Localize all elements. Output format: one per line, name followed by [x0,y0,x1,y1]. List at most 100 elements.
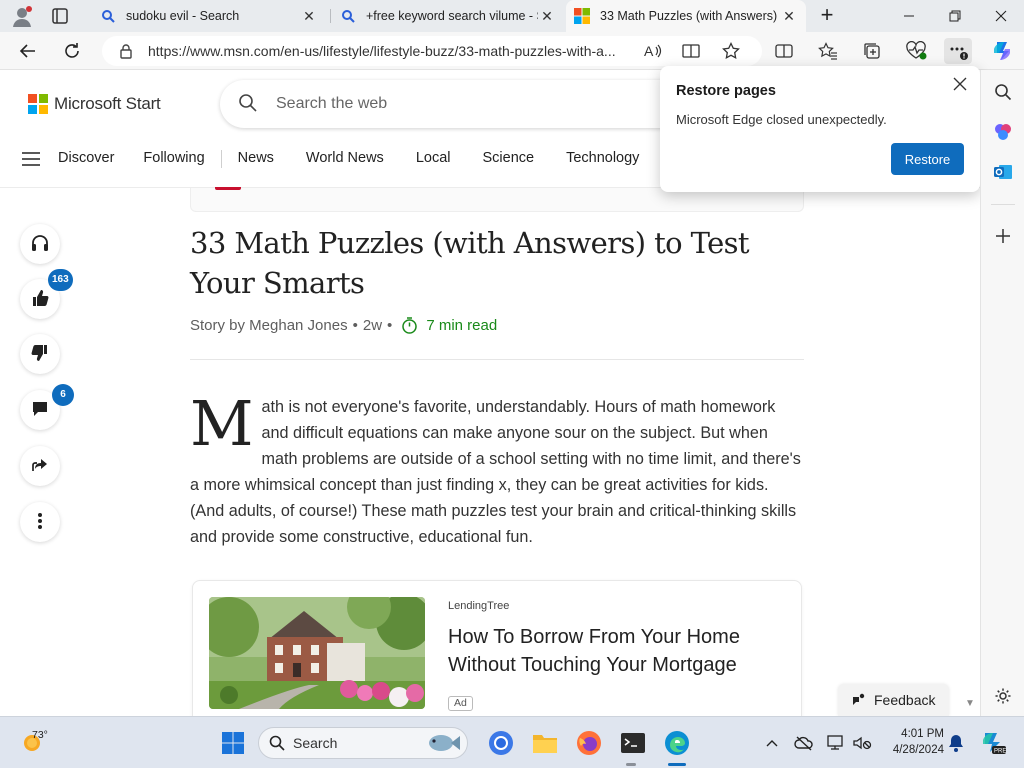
copilot-app-icon[interactable] [991,120,1015,144]
new-tab-button[interactable]: + [814,4,840,28]
microsoft-logo-icon [28,94,48,114]
restore-pages-dialog: Restore pages Microsoft Edge closed unex… [660,66,980,192]
more-options-button[interactable] [20,502,60,542]
nav-discover[interactable]: Discover [58,150,114,168]
lock-icon[interactable] [118,43,134,59]
nav-local[interactable]: Local [416,150,451,168]
copilot-icon[interactable] [988,38,1016,64]
feedback-label: Feedback [874,692,936,708]
read-time: 7 min read [397,317,497,334]
tab-title: sudoku evil - Search [126,9,240,23]
gear-icon[interactable] [991,684,1015,708]
article-age: 2w [362,317,383,334]
article-byline: Story by Meghan Jones • 2w • 7 min read [190,317,497,334]
onedrive-offline-icon[interactable] [794,733,814,753]
restore-window-icon[interactable] [932,0,978,32]
dialog-title: Restore pages [676,83,776,99]
nav-following[interactable]: Following [143,150,204,168]
scroll-down-icon[interactable]: ▼ [965,698,975,709]
add-icon[interactable] [991,224,1015,248]
close-tab-icon[interactable]: ✕ [780,7,798,25]
system-clock[interactable]: 4:01 PM 4/28/2024 [886,726,944,758]
chrome-app-icon[interactable] [486,728,516,758]
house-photo[interactable] [209,597,425,709]
read-time-label: 7 min read [426,317,498,334]
comment-icon [31,400,49,421]
windows-start-icon[interactable] [218,728,248,758]
immersive-reader-icon[interactable] [678,38,704,64]
tab-sudoku-search[interactable]: sudoku evil - Search ✕ [92,0,326,32]
open-app-indicator [626,763,636,766]
nav-science[interactable]: Science [482,150,534,168]
edge-sidebar [980,70,1024,716]
feedback-icon [850,692,866,708]
web-search-box[interactable] [220,80,690,128]
edge-browser-icon[interactable] [662,728,692,758]
dislike-button[interactable] [20,334,60,374]
vertical-ellipsis-icon [37,512,43,533]
settings-more-icon[interactable] [944,38,972,64]
nav-technology[interactable]: Technology [566,150,639,168]
svg-text:A: A [644,43,654,59]
sponsored-ad-card[interactable]: LendingTree How To Borrow From Your Home… [192,580,802,716]
restore-button[interactable]: Restore [891,143,964,175]
tab-keyword-search[interactable]: +free keyword search vilume - Se ✕ [332,0,564,32]
refresh-icon[interactable] [58,38,86,64]
listen-button[interactable] [20,224,60,264]
bing-search-icon [100,8,116,24]
hamburger-menu-icon[interactable] [22,152,40,166]
ad-source[interactable]: LendingTree [448,600,509,612]
copilot-preview-icon[interactable]: PRE [980,729,1006,755]
ad-headline[interactable]: How To Borrow From Your Home Without Tou… [448,623,778,679]
search-input[interactable] [276,95,656,113]
author-byline[interactable]: Story by Meghan Jones [190,317,348,334]
clock-date: 4/28/2024 [892,744,944,756]
active-app-indicator [668,763,686,766]
terminal-icon[interactable] [618,728,648,758]
tab-math-puzzles[interactable]: 33 Math Puzzles (with Answers) t ✕ [566,0,806,32]
accent-bar [215,187,241,190]
separator-dot: • [352,317,358,334]
close-tab-icon[interactable]: ✕ [300,7,318,25]
url-text[interactable]: https://www.msn.com/en-us/lifestyle/life… [148,43,628,59]
nav-news[interactable]: News [238,150,274,168]
browser-toolbar: https://www.msn.com/en-us/lifestyle/life… [0,32,1024,70]
close-tab-icon[interactable]: ✕ [538,7,556,25]
close-icon[interactable] [948,72,972,96]
search-highlight-fish-icon [425,730,461,759]
share-button[interactable] [20,446,60,486]
feedback-button[interactable]: Feedback [838,684,950,716]
notification-bell-icon[interactable] [946,733,966,753]
share-icon [31,456,49,477]
weather-temperature[interactable]: 73° [32,729,48,741]
split-screen-icon[interactable] [770,38,798,64]
sidebar-divider [991,204,1015,205]
collections-icon[interactable] [858,38,886,64]
msn-favicon-icon [574,8,590,24]
thumbs-down-icon [31,344,49,365]
file-explorer-icon[interactable] [530,728,560,758]
profile-avatar-icon[interactable] [8,4,36,28]
nav-world-news[interactable]: World News [306,150,384,168]
article-body: M ath is not everyone's favorite, unders… [190,393,804,550]
taskbar-search-box[interactable]: Search [258,727,468,759]
close-window-icon[interactable] [978,0,1024,32]
minimize-icon[interactable] [886,0,932,32]
search-icon[interactable] [991,80,1015,104]
back-arrow-icon[interactable] [14,38,42,64]
headphones-icon [30,234,50,255]
tab-actions-icon[interactable] [46,4,74,28]
title-bar: sudoku evil - Search ✕ +free keyword sea… [0,0,1024,32]
chevron-up-icon[interactable] [762,733,782,753]
favorite-star-icon[interactable] [718,38,744,64]
read-aloud-icon[interactable]: A [640,38,666,64]
outlook-icon[interactable] [991,160,1015,184]
display-icon[interactable] [826,733,846,753]
favorites-icon[interactable] [814,38,842,64]
network-volume-icon[interactable] [852,733,872,753]
firefox-icon[interactable] [574,728,604,758]
category-nav: Discover Following News World News Local… [58,150,682,168]
stopwatch-icon [401,317,418,334]
microsoft-start-logo[interactable]: Microsoft Start [28,94,161,114]
browser-essentials-icon[interactable] [902,38,930,64]
